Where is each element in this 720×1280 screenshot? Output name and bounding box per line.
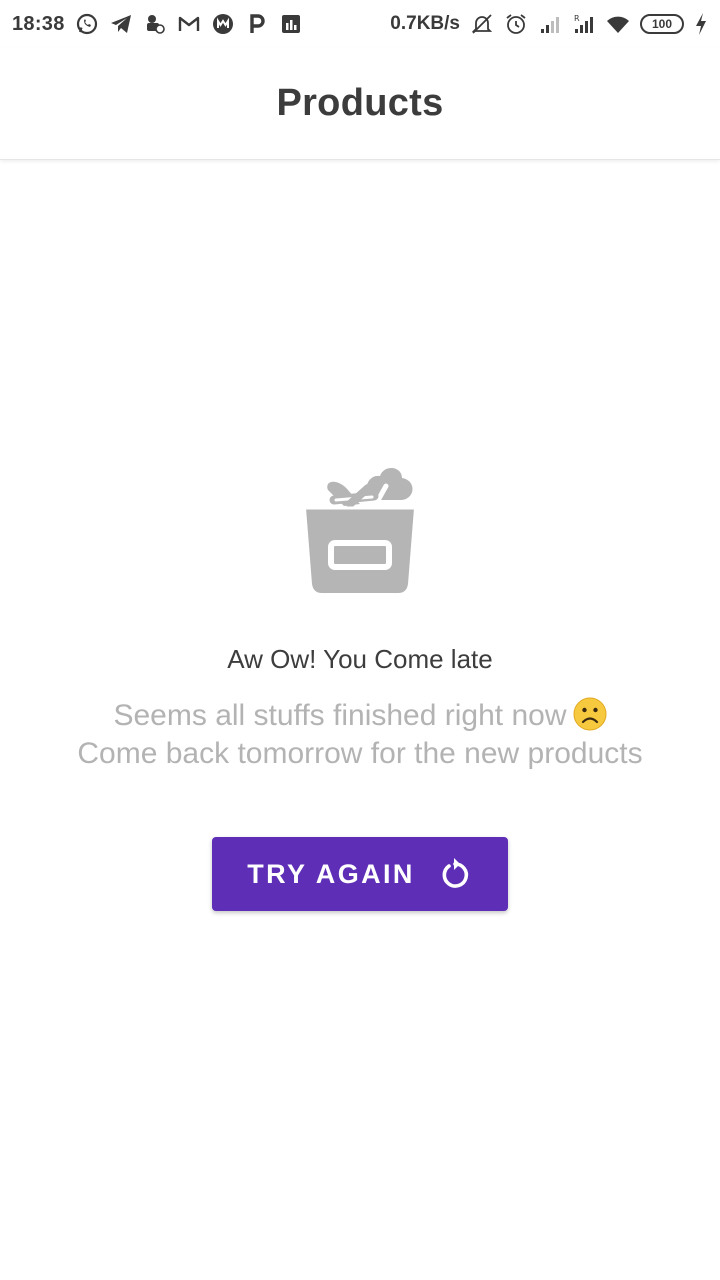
grocery-basket-icon	[306, 467, 414, 593]
subtext-line-2: Come back tomorrow for the new products	[77, 737, 643, 770]
svg-text:R: R	[574, 14, 580, 23]
subtext-line-1-text: Seems all stuffs finished right now	[113, 699, 567, 732]
try-again-button[interactable]: TRY AGAIN	[212, 837, 508, 911]
status-time: 18:38	[12, 12, 65, 35]
charging-icon	[694, 12, 708, 36]
empty-state: Aw Ow! You Come late Seems all stuffs fi…	[0, 460, 720, 911]
subtext-line-1: Seems all stuffs finished right now	[77, 697, 642, 735]
signal-icon	[538, 12, 562, 36]
network-speed: 0.7KB/s	[390, 13, 460, 34]
empty-subtext: Seems all stuffs finished right now Come…	[77, 697, 643, 773]
roaming-signal-icon: R	[572, 12, 596, 36]
battery-level: 100	[651, 17, 673, 31]
muted-bell-icon	[470, 12, 494, 36]
status-bar-right: 0.7KB/s R 100	[390, 12, 708, 36]
wifi-icon	[606, 12, 630, 36]
page-title: Products	[276, 82, 444, 124]
empty-headline: Aw Ow! You Come late	[227, 644, 493, 674]
media-app-icon	[211, 12, 235, 36]
try-again-label: TRY AGAIN	[247, 858, 415, 889]
p-app-icon	[245, 12, 269, 36]
gmail-icon	[177, 12, 201, 36]
status-bar: 18:38 0.7KB/s R 100	[0, 0, 720, 48]
sad-face-emoji	[573, 697, 606, 731]
refresh-icon	[442, 858, 468, 888]
battery-icon: 100	[640, 14, 684, 34]
stats-app-icon	[279, 12, 303, 36]
bell-app-icon	[143, 12, 167, 36]
status-bar-left: 18:38	[12, 12, 303, 36]
app-bar: Products	[0, 48, 720, 160]
telegram-icon	[109, 12, 133, 36]
whatsapp-icon	[75, 12, 99, 36]
alarm-icon	[504, 12, 528, 36]
